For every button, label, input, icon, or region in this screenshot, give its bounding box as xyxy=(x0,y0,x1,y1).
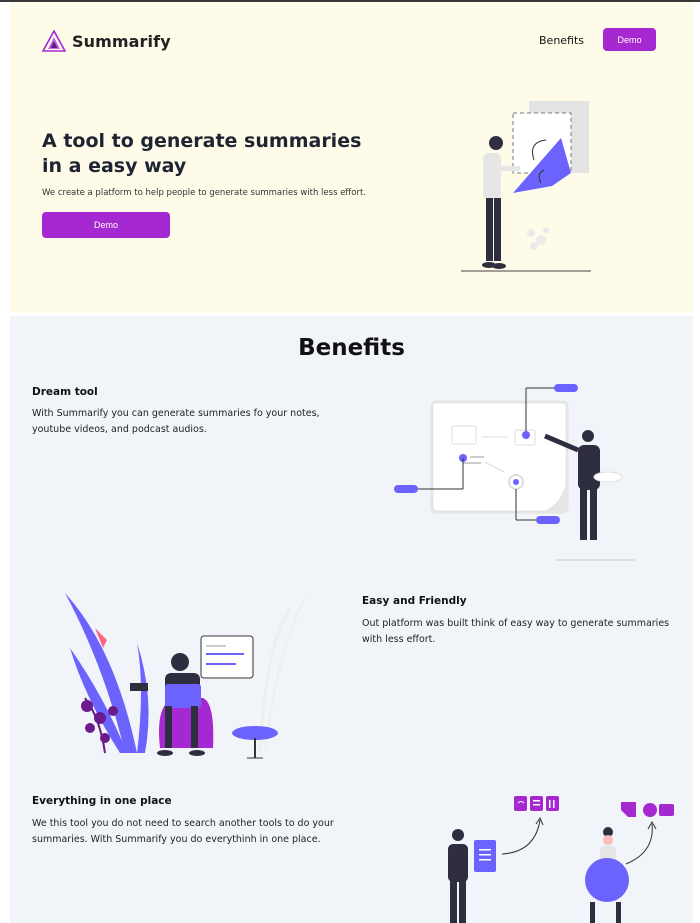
feature-title-one-place: Everything in one place xyxy=(32,795,172,807)
hero-illustration xyxy=(461,101,591,272)
hero-section: Summarify Benefits Demo A tool to genera… xyxy=(10,2,693,313)
feature-title-easy-friendly: Easy and Friendly xyxy=(362,595,467,607)
feature-text-one-place: We this tool you do not need to search a… xyxy=(32,818,334,845)
nav-demo-button[interactable]: Demo xyxy=(603,28,656,51)
feature-text-easy-friendly: Out platform was built think of easy way… xyxy=(362,618,670,645)
hero-subtitle: We create a platform to help people to g… xyxy=(42,188,367,198)
brand-name: Summarify xyxy=(72,31,171,51)
dream-tool-illustration xyxy=(394,384,635,561)
benefits-section: Benefits Dream tool With Summarify you c… xyxy=(10,316,693,923)
hero-title: A tool to generate summaries in a easy w… xyxy=(42,130,362,177)
easy-friendly-illustration xyxy=(65,593,306,759)
brand-logo[interactable]: Summarify xyxy=(42,30,171,52)
nav-benefits-link[interactable]: Benefits xyxy=(539,34,584,47)
logo-triangle-icon xyxy=(42,30,66,52)
one-place-illustration xyxy=(448,796,674,923)
feature-title-dream-tool: Dream tool xyxy=(32,386,98,398)
feature-text-dream-tool: With Summarify you can generate summarie… xyxy=(32,408,320,435)
hero-demo-button[interactable]: Demo xyxy=(42,212,170,238)
benefits-title: Benefits xyxy=(298,335,405,361)
